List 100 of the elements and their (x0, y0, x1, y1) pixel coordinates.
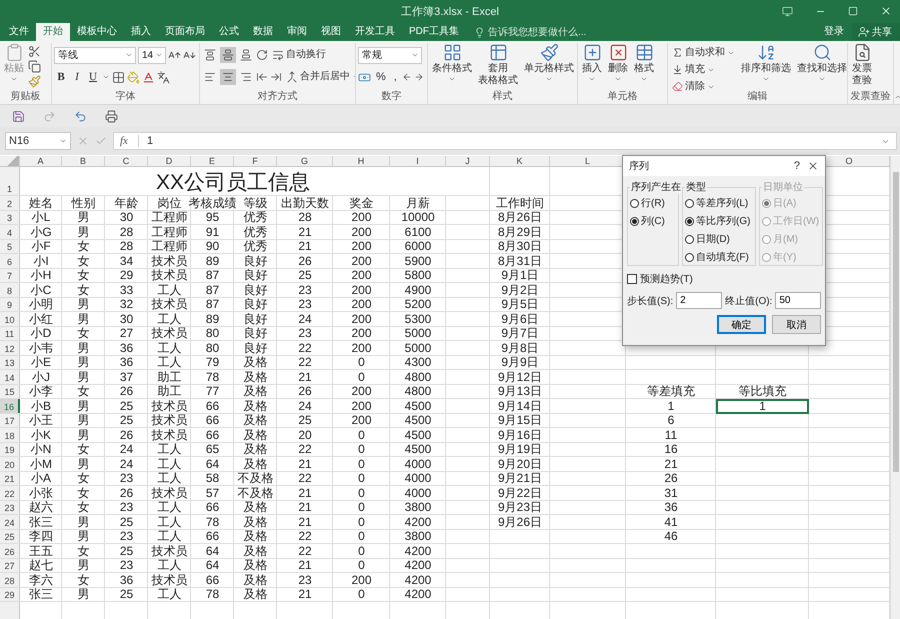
column-header[interactable]: H (333, 156, 390, 166)
column-header[interactable]: K (490, 156, 550, 166)
row-header[interactable]: 29 (0, 588, 20, 601)
name-box[interactable]: N16 (5, 132, 71, 150)
table-cell-text: 46 (663, 530, 679, 543)
row-header[interactable]: 4 (0, 225, 20, 238)
row-header[interactable]: 17 (0, 414, 20, 427)
row-header[interactable]: 19 (0, 442, 20, 456)
help-button[interactable]: ? (790, 160, 803, 172)
column-header[interactable]: E (191, 156, 234, 166)
row-header[interactable]: 7 (0, 268, 20, 282)
font-size-field[interactable]: 14 (138, 46, 166, 64)
checkbox[interactable]: 预测趋势(T) (627, 272, 821, 286)
ribbon-tab[interactable]: 页面布局 (158, 23, 212, 41)
ribbon-button[interactable]: 单元格样式 (522, 43, 576, 83)
row-header[interactable]: 25 (0, 530, 20, 543)
radio-button[interactable]: 等差序列(L) (685, 196, 753, 210)
ribbon-tab[interactable]: 数据 (246, 23, 280, 41)
row-header[interactable]: 20 (0, 457, 20, 470)
row-header[interactable]: 11 (0, 326, 20, 340)
row-header[interactable]: 2 (0, 196, 20, 210)
table-cell-text: 25 (118, 399, 134, 412)
ribbon-tab[interactable]: 视图 (314, 23, 348, 41)
column-header[interactable]: J (446, 156, 490, 166)
ribbon-tab[interactable]: 公式 (212, 23, 246, 41)
ribbon-button[interactable]: 条件格式 (430, 43, 474, 83)
column-header[interactable]: D (148, 156, 191, 166)
row-header[interactable]: 9 (0, 298, 20, 311)
radio-button[interactable]: 列(C) (630, 214, 676, 228)
ribbon-button[interactable]: 套用 表格格式 (476, 43, 520, 91)
table-cell-text: 25 (118, 515, 134, 528)
formula-field[interactable]: 1 (138, 135, 871, 147)
format-button[interactable]: U (86, 69, 100, 85)
ribbon-button[interactable]: 自动求和 (670, 45, 737, 60)
ribbon-tab[interactable]: 开发工具 (348, 23, 402, 41)
share-button[interactable]: 共享 (852, 23, 900, 41)
radio-button[interactable]: 等比序列(G) (685, 214, 753, 228)
column-header[interactable]: F (234, 156, 277, 166)
format-button[interactable]: B (54, 69, 68, 85)
row-header[interactable]: 12 (0, 341, 20, 354)
table-cell-text: 29 (118, 268, 134, 282)
number-format-field[interactable]: 常规 (358, 46, 422, 64)
row-header[interactable]: 23 (0, 500, 20, 514)
row-header[interactable]: 10 (0, 312, 20, 326)
row-header[interactable]: 3 (0, 210, 20, 224)
input-field[interactable]: 50 (775, 292, 822, 309)
ribbon-tab[interactable]: 开始 (36, 23, 70, 41)
column-header[interactable]: G (277, 156, 333, 166)
row-header[interactable]: 1 (0, 167, 20, 195)
table-cell-text: 6 (666, 414, 676, 427)
table-cell-text: 小M (29, 457, 53, 470)
radio-button[interactable]: 自动填充(F) (685, 250, 753, 264)
number-format-button[interactable]: % (373, 71, 389, 83)
row-header[interactable]: 24 (0, 515, 20, 528)
ribbon-tab[interactable]: 审阅 (280, 23, 314, 41)
ribbon-tab[interactable]: 插入 (124, 23, 158, 41)
table-cell-text: 及格 (242, 399, 268, 412)
ribbon-button[interactable]: 填充 (670, 62, 737, 77)
row-header[interactable]: 14 (0, 370, 20, 384)
row-header[interactable]: 15 (0, 384, 20, 398)
row-header[interactable]: 28 (0, 573, 20, 586)
row-header[interactable]: 13 (0, 356, 20, 369)
merge-center-button[interactable]: 合并后居中 (284, 70, 355, 84)
row-header[interactable]: 16 (0, 399, 20, 412)
ribbon-button[interactable]: 格式 (632, 43, 656, 83)
input-field[interactable]: 2 (676, 292, 722, 309)
ribbon-button[interactable]: 插入 (580, 43, 604, 83)
sign-in-link[interactable]: 登录 (816, 23, 852, 41)
radio-button[interactable]: 日期(D) (685, 232, 753, 246)
radio-button[interactable]: 行(R) (630, 196, 676, 210)
number-format-button[interactable]: , (390, 71, 400, 83)
ribbon-button[interactable]: 查找和选择 (795, 43, 847, 83)
row-header[interactable]: 22 (0, 486, 20, 500)
insert-function-button[interactable]: fx (120, 135, 128, 147)
row-header[interactable]: 18 (0, 428, 20, 442)
wrap-text-button[interactable]: 自动换行 (270, 48, 328, 62)
font-field[interactable]: 等线 (54, 46, 136, 64)
row-header[interactable]: 27 (0, 558, 20, 572)
ribbon-button[interactable]: 清除 (670, 79, 737, 91)
column-header[interactable]: C (105, 156, 148, 166)
column-header[interactable]: I (390, 156, 446, 166)
ribbon-button[interactable]: 删除 (606, 43, 630, 83)
row-header[interactable]: 5 (0, 240, 20, 253)
dialog-button[interactable]: 取消 (772, 315, 821, 334)
ribbon-button[interactable]: 排序和筛选 (739, 43, 793, 83)
table-cell-text: 工作时间 (495, 196, 545, 210)
tell-me-field[interactable]: 告诉我您想要做什么... (488, 26, 638, 38)
ribbon-tab[interactable]: 模板中心 (70, 23, 124, 41)
column-header[interactable]: B (62, 156, 105, 166)
ribbon-tab[interactable]: 文件 (2, 23, 36, 41)
row-header[interactable]: 6 (0, 254, 20, 268)
ribbon-button[interactable]: 发票 查验 (850, 43, 874, 86)
row-header[interactable]: 21 (0, 472, 20, 485)
format-button[interactable]: I (70, 69, 84, 85)
row-header[interactable]: 8 (0, 283, 20, 296)
table-cell-text: 78 (204, 588, 220, 601)
ribbon-tab[interactable]: PDF工具集 (402, 23, 466, 41)
row-header[interactable]: 26 (0, 544, 20, 558)
column-header[interactable]: A (20, 156, 62, 166)
dialog-button[interactable]: 确定 (717, 315, 766, 334)
